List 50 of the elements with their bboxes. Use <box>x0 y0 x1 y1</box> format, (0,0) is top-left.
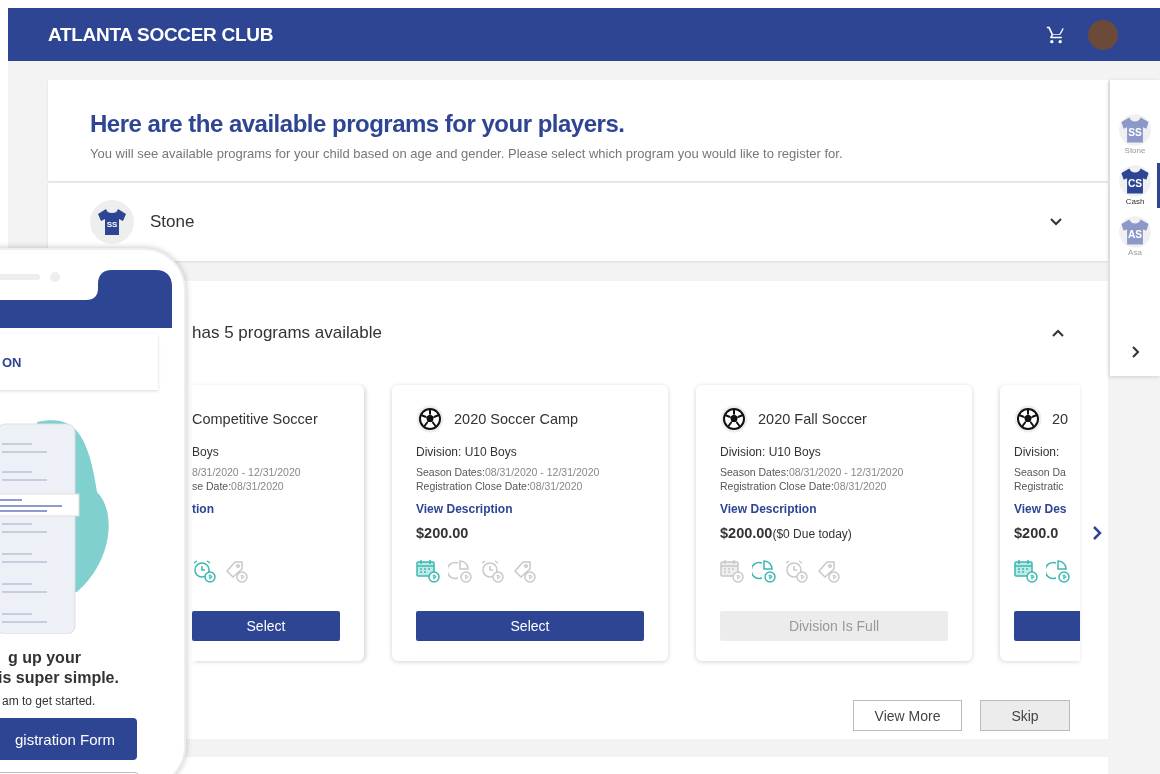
jersey-icon: CS <box>1118 165 1152 197</box>
cart-icon[interactable] <box>1046 24 1066 45</box>
jersey-icon: AS <box>1118 216 1152 248</box>
due-today: ($0 Due today) <box>772 527 852 541</box>
registration-close-date: Registratic <box>1014 479 1065 493</box>
programs-count: has 5 programs available <box>192 323 382 343</box>
program-title: 2020 Fall Soccer <box>758 411 867 427</box>
player-name: Stone <box>150 212 196 232</box>
season-dates: Season Dates:08/31/2020 - 12/31/2020 <box>416 465 601 479</box>
jersey-icon: SS <box>97 208 127 236</box>
chevron-icon[interactable] <box>1052 329 1064 337</box>
registration-close-date: se Date:08/31/2020 <box>192 479 285 493</box>
division-text: Division: U10 Boys <box>720 445 822 459</box>
price: $200.00 <box>416 525 469 541</box>
registration-close-date: Registration Close Date:08/31/2020 <box>416 479 584 493</box>
intro-text: You will see available programs for your child based on age and gender. Please select which program you would like to register for. <box>90 146 844 161</box>
view-description-link[interactable]: View Description <box>720 502 948 516</box>
soccer-ball-icon <box>720 405 748 433</box>
phone-text: am to get started. <box>2 694 97 708</box>
soccer-ball-icon <box>416 405 444 433</box>
price: $200.00 <box>720 525 773 541</box>
action-button[interactable]: View More <box>853 700 962 731</box>
registration-form-button[interactable]: gistration Form <box>0 718 137 760</box>
phone-title: ON <box>2 354 22 370</box>
view-description-link[interactable]: tion <box>192 502 340 516</box>
division-text: Division: U10 Boys <box>416 445 518 459</box>
program-title: Competitive Soccer <box>192 411 318 427</box>
chevron-icon[interactable] <box>1050 218 1062 226</box>
player-row[interactable]: SS Stone <box>48 183 1108 261</box>
jersey-icon: SS <box>1118 114 1152 146</box>
soccer-ball-icon <box>1014 405 1042 433</box>
select-button[interactable]: Select <box>192 611 340 641</box>
program-title: 2020 Soccer Camp <box>454 411 579 427</box>
season-dates: Season Dates:08/31/2020 - 12/31/2020 <box>720 465 905 479</box>
division-text: Division: <box>1014 445 1061 459</box>
registration-close-date: Registration Close Date:08/31/2020 <box>720 479 888 493</box>
player-tab[interactable]: CS Cash <box>1110 163 1160 208</box>
page-heading: Here are the available programs for your players. <box>90 110 626 138</box>
view-description-link[interactable]: View Des <box>1014 502 1080 516</box>
club-name: ATLANTA SOCCER CLUB <box>48 23 274 46</box>
select-button[interactable]: Select <box>416 611 644 641</box>
division-text: Boys <box>192 445 220 459</box>
program-title: 20 <box>1052 411 1069 427</box>
phone-heading: g up your <box>8 648 81 668</box>
view-description-link[interactable]: View Description <box>416 502 644 516</box>
price: $200.0 <box>1014 525 1059 541</box>
action-button[interactable]: Skip <box>980 700 1070 731</box>
season-dates: 8/31/2020 - 12/31/2020 <box>192 465 302 479</box>
chevron-right-icon[interactable] <box>1131 346 1139 358</box>
season-dates: Season Da <box>1014 465 1067 479</box>
